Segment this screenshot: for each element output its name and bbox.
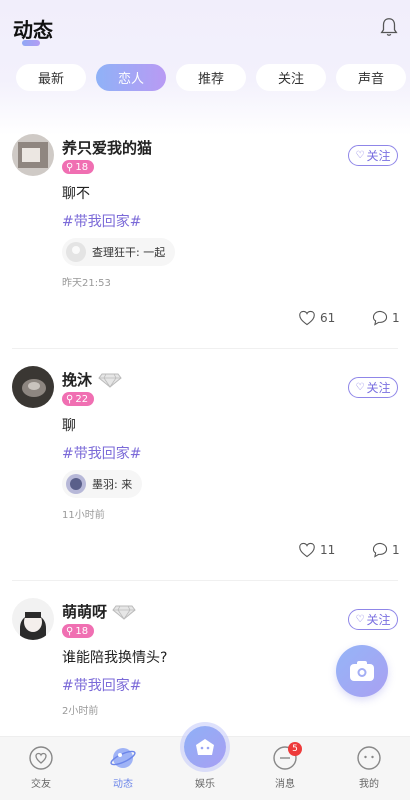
like-count: 61	[320, 311, 336, 325]
avatar[interactable]	[12, 134, 54, 176]
comment-text: 墨羽: 来	[92, 478, 133, 491]
username[interactable]: 挽沐	[62, 369, 92, 390]
heart-icon: ♡	[355, 614, 365, 625]
comment-preview[interactable]: 墨羽: 来	[62, 470, 143, 498]
follow-label: 关注	[366, 613, 391, 627]
age-value: 18	[75, 625, 89, 637]
post-time: 昨天21:53	[62, 278, 111, 289]
nav-label: 交友	[31, 779, 51, 790]
comment-text: 查理狂干: 一起	[92, 246, 166, 259]
nav-label: 我的	[359, 779, 379, 790]
comment-count: 1	[392, 311, 400, 325]
topic-tag[interactable]: #带我回家#	[62, 675, 141, 695]
avatar[interactable]	[12, 366, 54, 408]
unread-badge: 5	[288, 742, 302, 756]
commenter-avatar	[66, 242, 86, 262]
heart-icon: ♡	[355, 382, 365, 393]
nav-label: 娱乐	[195, 779, 215, 790]
tab-latest[interactable]: 最新	[16, 64, 86, 91]
follow-button[interactable]: ♡ 关注	[348, 145, 398, 166]
tab-lover[interactable]: 恋人	[96, 64, 166, 91]
heart-icon: ♡	[355, 150, 365, 161]
divider	[12, 348, 398, 349]
nav-entertainment-button[interactable]	[184, 726, 226, 768]
diamond-icon	[112, 605, 136, 620]
commenter-avatar	[66, 474, 86, 494]
bell-icon[interactable]	[378, 16, 400, 38]
nav-messages[interactable]: 消息	[255, 745, 315, 795]
comment-button[interactable]: 1	[372, 542, 400, 558]
divider	[12, 580, 398, 581]
follow-button[interactable]: ♡ 关注	[348, 609, 398, 630]
comment-count: 1	[392, 543, 400, 557]
topic-tag[interactable]: #带我回家#	[62, 443, 141, 463]
comment-icon	[372, 310, 388, 326]
diamond-icon	[98, 373, 122, 388]
username[interactable]: 养只爱我的猫	[62, 137, 152, 158]
publish-camera-button[interactable]	[336, 645, 388, 697]
comment-icon	[372, 542, 388, 558]
nav-me[interactable]: 我的	[339, 745, 399, 795]
age-value: 22	[75, 393, 89, 405]
page-title: 动态	[13, 18, 53, 42]
category-tabs: 最新 恋人 推荐 关注 声音	[16, 64, 410, 92]
entertainment-icon	[196, 739, 214, 755]
post-text: 聊	[62, 418, 76, 434]
female-icon: ⚲	[66, 393, 74, 405]
follow-label: 关注	[366, 149, 391, 163]
tab-follow[interactable]: 关注	[256, 64, 326, 91]
age-value: 18	[75, 161, 89, 173]
female-icon: ⚲	[66, 161, 74, 173]
camera-icon	[350, 661, 374, 681]
avatar[interactable]	[12, 598, 54, 640]
comment-preview[interactable]: 查理狂干: 一起	[62, 238, 176, 266]
title-underline	[22, 40, 40, 46]
post-text: 谁能陪我换情头?	[62, 650, 168, 666]
post-time: 2小时前	[62, 706, 99, 717]
nav-label: 消息	[275, 779, 295, 790]
heart-circle-icon	[29, 746, 53, 770]
post-time: 11小时前	[62, 510, 105, 521]
nav-moments[interactable]: 动态	[93, 745, 153, 795]
post-text: 聊不	[62, 186, 90, 202]
like-button[interactable]: 61	[298, 310, 335, 326]
username[interactable]: 萌萌呀	[62, 601, 107, 622]
nav-label: 动态	[113, 779, 133, 790]
planet-icon	[110, 748, 136, 768]
like-button[interactable]: 11	[298, 542, 335, 558]
topic-tag[interactable]: #带我回家#	[62, 211, 141, 231]
heart-icon	[299, 542, 315, 558]
like-count: 11	[320, 543, 336, 557]
heart-icon	[299, 310, 315, 326]
follow-label: 关注	[366, 381, 391, 395]
tab-voice[interactable]: 声音	[336, 64, 406, 91]
tab-recommend[interactable]: 推荐	[176, 64, 246, 91]
age-badge: ⚲ 18	[62, 160, 95, 174]
comment-button[interactable]: 1	[372, 310, 400, 326]
age-badge: ⚲ 22	[62, 392, 95, 406]
follow-button[interactable]: ♡ 关注	[348, 377, 398, 398]
age-badge: ⚲ 18	[62, 624, 95, 638]
nav-friends[interactable]: 交友	[11, 745, 71, 795]
female-icon: ⚲	[66, 625, 74, 637]
face-icon	[357, 746, 381, 770]
